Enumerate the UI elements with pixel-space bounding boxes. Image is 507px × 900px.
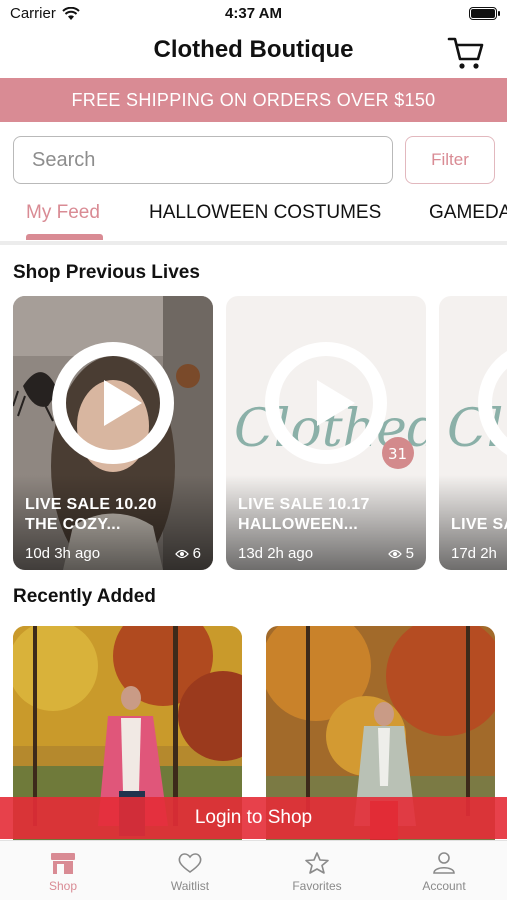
live-title: LIVE SALE 10.17 HALLOWEEN...: [238, 495, 414, 535]
tab-shop[interactable]: Shop: [0, 851, 126, 893]
view-count-value: 6: [192, 545, 201, 562]
active-tab-indicator: [26, 234, 103, 240]
view-count: 5: [387, 545, 414, 562]
live-title-line2: HALLOWEEN...: [238, 516, 359, 533]
promo-banner: FREE SHIPPING ON ORDERS OVER $150: [0, 78, 507, 122]
filter-button-label: Filter: [431, 150, 469, 169]
tab-account-label: Account: [422, 879, 466, 893]
tab-favorites[interactable]: Favorites: [254, 851, 380, 893]
live-card[interactable]: Clothed 31 LIVE SALE 10.17 HALLOWEEN... …: [226, 296, 426, 570]
live-title: LIVE SALE 10.20 THE COZY...: [25, 495, 201, 535]
previous-lives-carousel[interactable]: LIVE SALE 10.20 THE COZY... 10d 3h ago 6…: [0, 296, 507, 570]
star-icon: [305, 852, 329, 874]
navigation-bar: Clothed Boutique: [0, 28, 507, 78]
live-title-line1: LIVE SALE 10.17: [238, 496, 370, 513]
bottom-tab-bar: Shop Waitlist Favorites Account: [0, 840, 507, 900]
eye-icon: [174, 549, 189, 558]
tab-my-feed[interactable]: My Feed: [26, 202, 100, 224]
search-input[interactable]: Search: [13, 136, 393, 184]
app-title: Clothed Boutique: [153, 36, 354, 63]
tab-waitlist-label: Waitlist: [170, 879, 210, 893]
tab-favorites-label: Favorites: [292, 879, 342, 893]
feed-tabs: My Feed HALLOWEEN COSTUMES GAMEDA: [0, 196, 507, 244]
view-count: 6: [174, 545, 201, 562]
status-bar: Carrier 4:37 AM: [0, 0, 507, 28]
live-title-line1: LIVE SALE 10.20: [25, 496, 157, 513]
tab-shop-label: Shop: [48, 879, 78, 893]
tab-account[interactable]: Account: [381, 851, 507, 893]
tab-gameday[interactable]: GAMEDA: [429, 202, 507, 224]
eye-icon: [387, 549, 402, 558]
login-to-shop-label: Login to Shop: [194, 807, 313, 828]
live-title-line2: THE COZY...: [25, 516, 121, 533]
live-age: 17d 2h: [451, 545, 497, 562]
promo-banner-text: FREE SHIPPING ON ORDERS OVER $150: [71, 89, 436, 110]
logo-badge: 31: [388, 445, 407, 463]
filter-button[interactable]: Filter: [405, 136, 495, 184]
live-age: 10d 3h ago: [25, 545, 101, 562]
battery-icon: [469, 7, 500, 20]
play-icon[interactable]: [52, 342, 174, 464]
tab-halloween-costumes[interactable]: HALLOWEEN COSTUMES: [149, 202, 381, 224]
search-placeholder: Search: [32, 148, 96, 171]
recently-added-heading: Recently Added: [13, 586, 156, 607]
tab-waitlist[interactable]: Waitlist: [127, 851, 253, 893]
previous-lives-heading: Shop Previous Lives: [13, 262, 200, 283]
store-icon: [51, 853, 75, 874]
divider: [0, 241, 507, 245]
heart-icon: [178, 853, 202, 873]
live-card[interactable]: Cl LIVE SALE 17d 2h: [439, 296, 507, 570]
live-title-line1: LIVE SALE: [451, 516, 507, 533]
live-age: 13d 2h ago: [238, 545, 314, 562]
live-meta: 17d 2h: [451, 545, 507, 562]
live-title: LIVE SALE: [451, 515, 507, 535]
live-meta: 13d 2h ago 5: [238, 545, 414, 562]
clock: 4:37 AM: [225, 5, 282, 22]
cart-icon[interactable]: [447, 34, 485, 72]
play-icon[interactable]: [265, 342, 387, 464]
login-to-shop-button[interactable]: Login to Shop: [0, 797, 507, 839]
person-icon: [433, 852, 455, 874]
live-meta: 10d 3h ago 6: [25, 545, 201, 562]
view-count-value: 5: [405, 545, 414, 562]
live-card[interactable]: LIVE SALE 10.20 THE COZY... 10d 3h ago 6: [13, 296, 213, 570]
